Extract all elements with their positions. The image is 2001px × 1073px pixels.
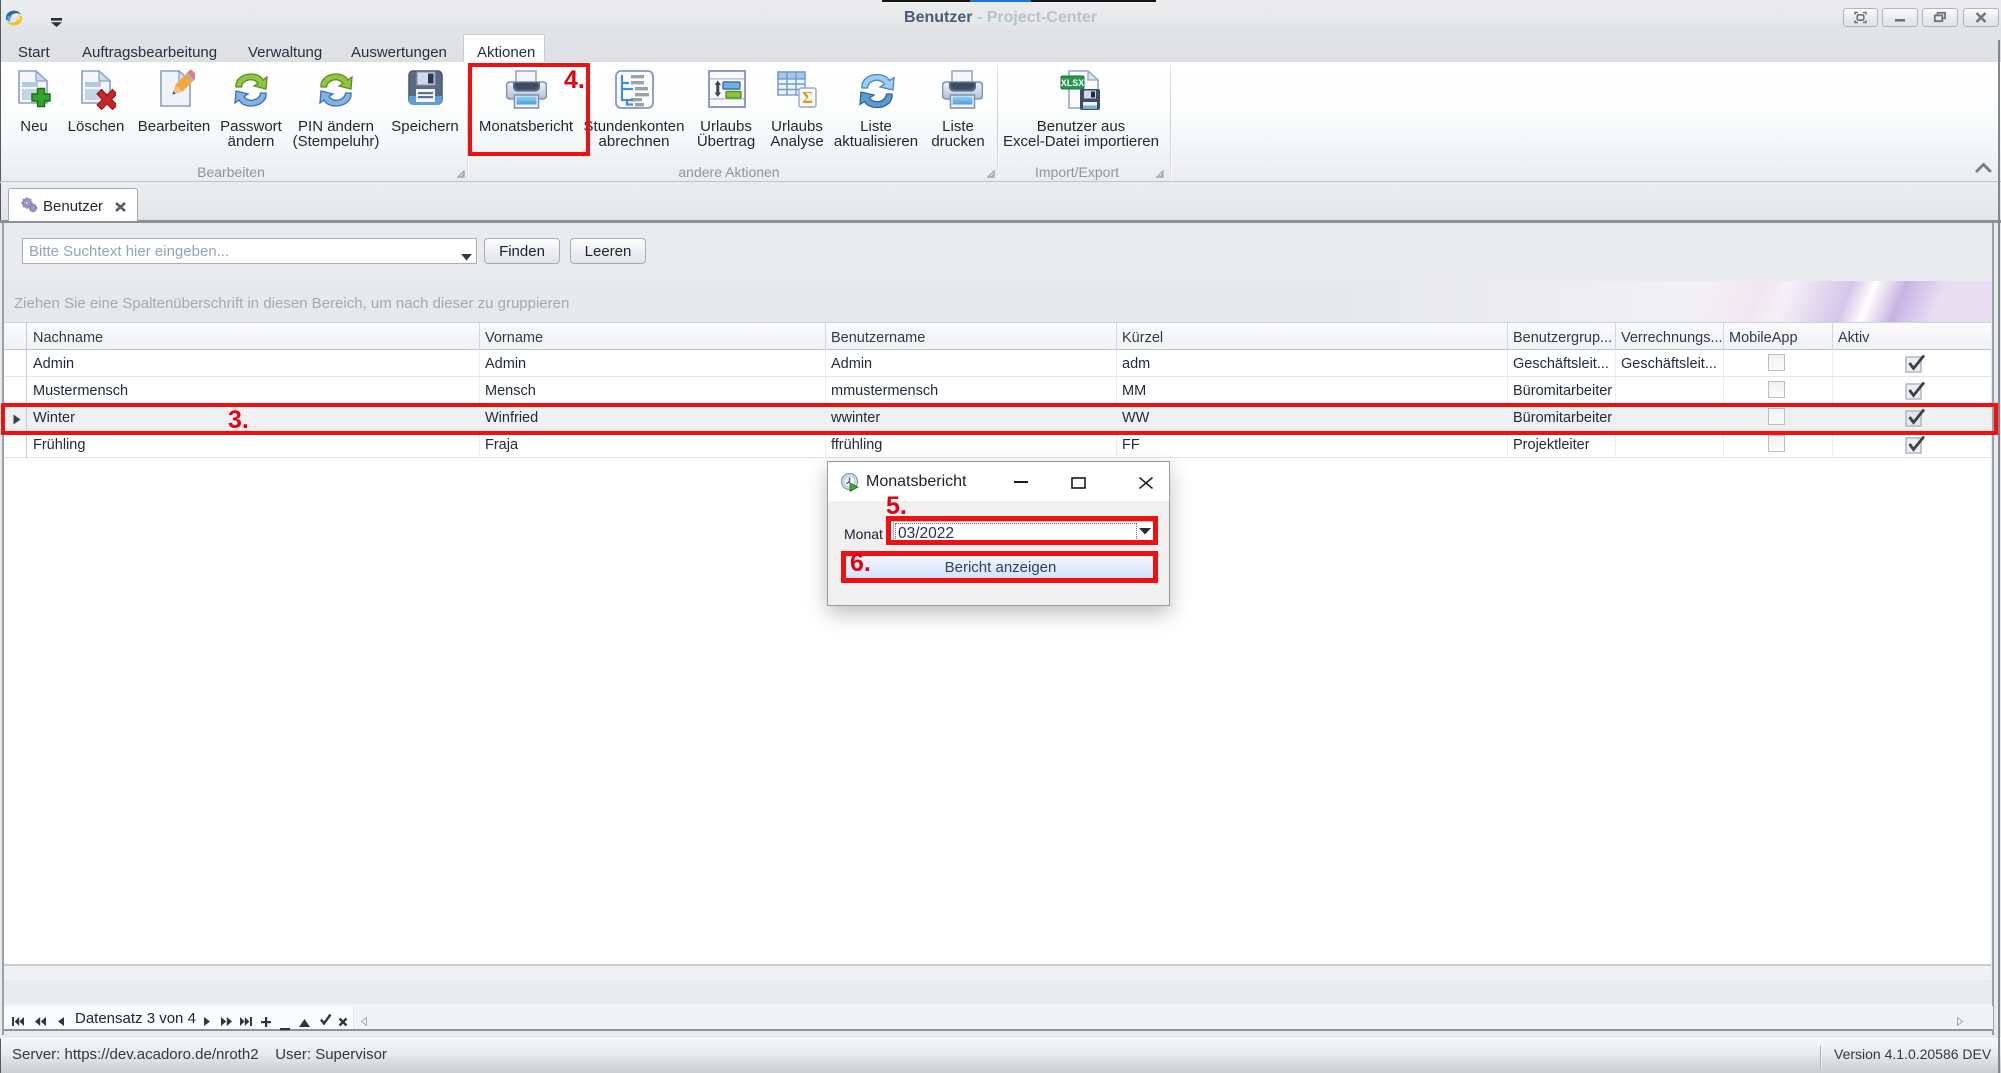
svg-text:XLSX: XLSX	[1061, 78, 1085, 88]
svg-text:Σ: Σ	[802, 88, 813, 107]
